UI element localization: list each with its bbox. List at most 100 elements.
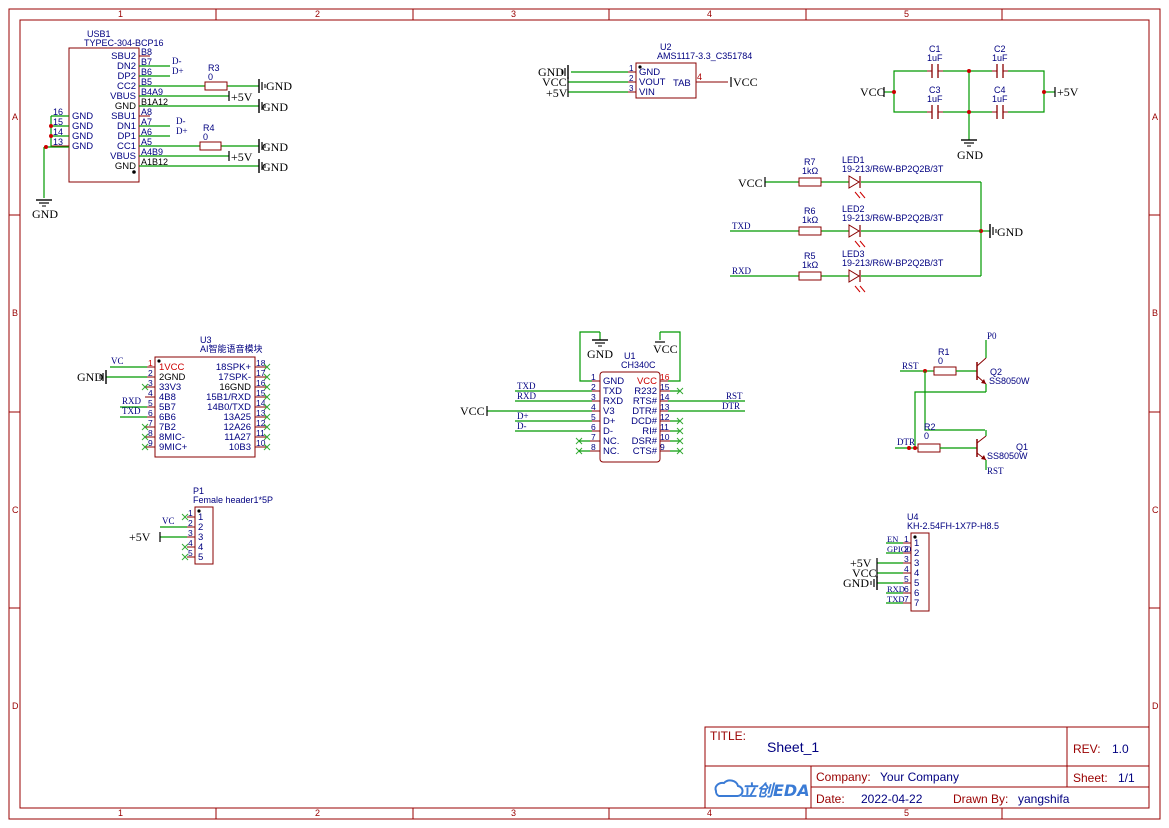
usb1-left-pins: GND16GND15GND14GND13 xyxy=(51,107,93,152)
led2-net: TXD xyxy=(732,221,751,231)
u1-ch340c[interactable]: U1 CH340C 1 GND2 TXD3 RXD4 V35 D+6 D-7 NC.8 NC. … xyxy=(575,351,684,463)
u3-left-pin-num: 4 xyxy=(148,388,153,398)
col-marker-bottom: 1 xyxy=(118,808,123,818)
row-marker-left: D xyxy=(12,701,19,711)
col-marker-top: 3 xyxy=(511,9,516,19)
cap-5v-label: +5V xyxy=(1057,85,1079,99)
u3-left-pin-num: 2 xyxy=(148,368,153,378)
q-dtr-net: DTR xyxy=(897,437,915,447)
u2-regulator[interactable]: U2 AMS1117-3.3_C351784 1 GND2 VOUT3 VIN TAB… xyxy=(628,42,752,99)
u2-pin-num: 1 xyxy=(629,64,634,73)
u3-left-pin-num: 5 xyxy=(148,398,153,408)
gnd-label-1: GND xyxy=(266,79,292,93)
u4-net-label: EN xyxy=(887,534,898,544)
u1-left-pin-num: 7 xyxy=(591,432,596,442)
u2-tab-name: TAB xyxy=(673,78,691,89)
u4-pin-num: 7 xyxy=(904,594,909,604)
u3-right-pin-num: 14 xyxy=(256,398,266,408)
drawn-label: Drawn By: xyxy=(953,792,1008,806)
u3-right-pin-num: 17 xyxy=(256,368,266,378)
gnd-symbol-3: GND xyxy=(258,139,288,154)
gnd-label-3: GND xyxy=(262,140,288,154)
u3-left-pin-num: 9 xyxy=(148,438,153,448)
r5-value: 1kΩ xyxy=(802,260,819,270)
u3-right-pin-num: 13 xyxy=(256,408,266,418)
gnd-label-4: GND xyxy=(262,160,288,174)
led3-value: 19-213/R6W-BP2Q2B/3T xyxy=(842,258,944,268)
u1-rst-net: RST xyxy=(726,391,743,401)
u1-rxd-net: RXD xyxy=(517,391,537,401)
capacitor-network: GND VCC +5V xyxy=(860,64,1079,162)
u3-rxd-net: RXD xyxy=(122,396,142,406)
p1-pin-num: 3 xyxy=(188,528,193,538)
sheet-value: 1/1 xyxy=(1118,771,1135,785)
u3-vc-net: VC xyxy=(111,356,124,366)
u2-pin-num: 2 xyxy=(629,74,634,83)
u3-left-pin-num: 6 xyxy=(148,408,153,418)
u3-left-pin-num: 1 xyxy=(148,358,153,368)
u3-right-pin-num: 15 xyxy=(256,388,266,398)
row-marker-right: B xyxy=(1152,308,1158,318)
c1-value: 1uF xyxy=(927,53,943,63)
u4-net-label: GPIO0 xyxy=(887,544,911,554)
u1-dplus-net: D+ xyxy=(517,411,529,421)
p1-pin-num: 1 xyxy=(188,508,193,518)
p1-pin-num: 2 xyxy=(188,518,193,528)
col-marker-bottom: 5 xyxy=(904,808,909,818)
q2-value: SS8050W xyxy=(989,376,1030,386)
u4-pin-label: 7 xyxy=(914,598,919,609)
gnd-symbol-2: GND xyxy=(258,99,288,114)
gnd-symbol-1: GND xyxy=(258,79,292,93)
schematic-sheet: 1122334455A AB BC CD D USB1 TYPEC-304-BCP16 … xyxy=(8,8,1161,820)
r4-value: 0 xyxy=(203,132,208,142)
led-gnd-label: GND xyxy=(997,225,1023,239)
r3-resistor[interactable]: R3 0 xyxy=(204,63,228,91)
usb1-right-power: GND +5V GND GND +5V GND xyxy=(228,79,292,174)
usb1-pin1-marker xyxy=(132,170,136,174)
row-marker-right: C xyxy=(1152,505,1159,515)
u3-wires: VC GND RXD TXD xyxy=(77,356,147,418)
u1-txd-net: TXD xyxy=(517,381,536,391)
row-marker-left: A xyxy=(12,112,18,122)
usb-dp2-net: D+ xyxy=(172,66,184,76)
u4-pin-num: 5 xyxy=(904,574,909,584)
usb1-pin-num: A8 xyxy=(141,107,152,117)
led3-net: RXD xyxy=(732,266,752,276)
u1-right-pin-num: 12 xyxy=(660,412,670,422)
p5v-label-2: +5V xyxy=(231,150,253,164)
usb1-left-pin-name: GND xyxy=(72,141,93,152)
u4-net-label: TXD xyxy=(887,594,904,604)
u3-gnd-label: GND xyxy=(77,370,103,384)
p1-female-header[interactable]: P1 Female header1*5P 1 12 23 34 45 5 xyxy=(181,486,273,565)
u4-pin-num: 4 xyxy=(904,564,909,574)
u1-right-pin-num: 11 xyxy=(660,422,669,432)
c2-value: 1uF xyxy=(992,53,1008,63)
u4-value: KH-2.54FH-1X7P-H8.5 xyxy=(907,521,999,531)
u4-gnd-label: GND xyxy=(843,576,869,590)
r1-value: 0 xyxy=(938,356,943,366)
c3-value: 1uF xyxy=(927,94,943,104)
u1-left-pin-name: NC. xyxy=(603,446,619,457)
usb1-left-pin-num: 13 xyxy=(53,137,63,147)
u4-header[interactable]: U4 KH-2.54FH-1X7P-H8.5 1 12 23 34 45 56 67 7 xyxy=(903,512,999,612)
p5v-label-1: +5V xyxy=(231,90,253,104)
company-label: Company: xyxy=(816,770,871,784)
u3-right-pin-num: 10 xyxy=(256,438,266,448)
u1-vcc-label: VCC xyxy=(653,342,678,356)
rev-value: 1.0 xyxy=(1112,742,1129,756)
p5v-symbol-1: +5V xyxy=(228,90,253,104)
u1-right-pin-num: 10 xyxy=(660,432,670,442)
col-marker-bottom: 4 xyxy=(707,808,712,818)
u2-tab-num: 4 xyxy=(697,72,702,82)
u3-ai-voice-module[interactable]: U3 AI智能语音模块 1 1VCC2 2GND3 33V34 4B85 5B76 6B67… xyxy=(141,335,271,458)
row-marker-left: C xyxy=(12,505,19,515)
eda-logo: 立创EDA xyxy=(714,779,810,800)
led2-value: 19-213/R6W-BP2Q2B/3T xyxy=(842,213,944,223)
u3-txd-net: TXD xyxy=(122,406,141,416)
u3-right-pin-num: 16 xyxy=(256,378,266,388)
u3-right-pin-name: 10B3 xyxy=(229,442,251,453)
gnd-symbol-4: GND xyxy=(258,159,288,174)
rev-label: REV: xyxy=(1073,742,1101,756)
r4-resistor[interactable]: R4 0 xyxy=(199,123,222,151)
u2-pin-num: 3 xyxy=(629,84,634,93)
